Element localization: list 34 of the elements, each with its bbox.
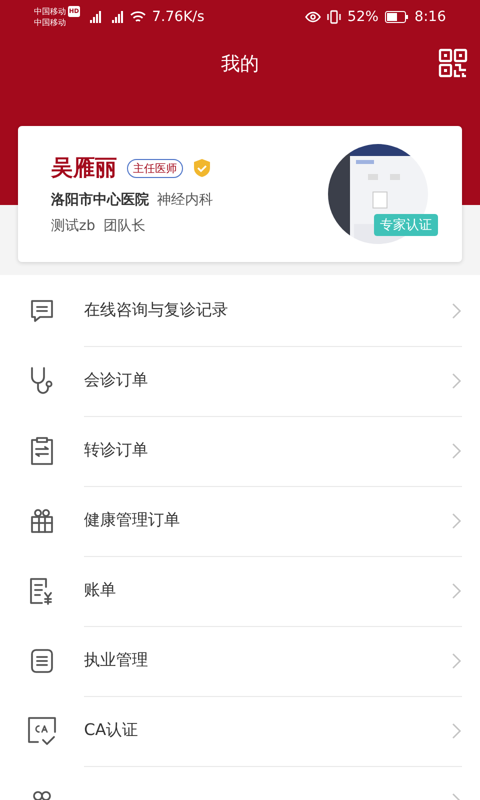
chevron-right-icon (452, 582, 462, 598)
menu-item[interactable]: CA认证 (0, 696, 480, 766)
menu-item[interactable]: 健康管理订单 (0, 486, 480, 556)
profile-card[interactable]: 吴雁丽 主任医师 洛阳市中心医院 神经内科 测试zb 团队长 专家认证 (18, 126, 462, 262)
menu-item[interactable]: 会诊订单 (0, 346, 480, 416)
chevron-right-icon (452, 442, 462, 458)
carrier-text: 中国移动 (34, 6, 66, 17)
certificate-icon (25, 714, 59, 748)
clock-time: 8:16 (414, 9, 446, 25)
battery-percent: 52% (347, 9, 379, 25)
menu-item[interactable]: 在线咨询与复诊记录 (0, 276, 480, 346)
menu-item[interactable]: 账单 (0, 556, 480, 626)
chevron-right-icon (452, 302, 462, 318)
menu-item[interactable]: 执业管理 (0, 626, 480, 696)
vibrate-icon (327, 10, 342, 24)
chevron-right-icon (452, 652, 462, 668)
chevron-right-icon (452, 372, 462, 388)
battery-icon (384, 11, 409, 23)
expert-cert-badge: 专家认证 (374, 214, 438, 236)
eye-icon (305, 11, 322, 23)
department-name: 神经内科 (157, 191, 213, 209)
chevron-right-icon (452, 722, 462, 738)
qr-code-button[interactable] (438, 48, 468, 78)
page-title: 我的 (221, 52, 259, 77)
carrier-text: 中国移动 (34, 17, 67, 28)
network-speed: 7.76K/s (152, 9, 204, 25)
menu-item[interactable]: 转诊订单 (0, 416, 480, 486)
team-role: 团队长 (103, 217, 146, 235)
title-badge: 主任医师 (127, 158, 183, 178)
doctor-name: 吴雁丽 (51, 155, 117, 183)
chevron-right-icon (452, 512, 462, 528)
hospital-name: 洛阳市中心医院 (51, 191, 149, 209)
team-name: 测试zb (51, 217, 96, 235)
wifi-icon (130, 10, 146, 24)
